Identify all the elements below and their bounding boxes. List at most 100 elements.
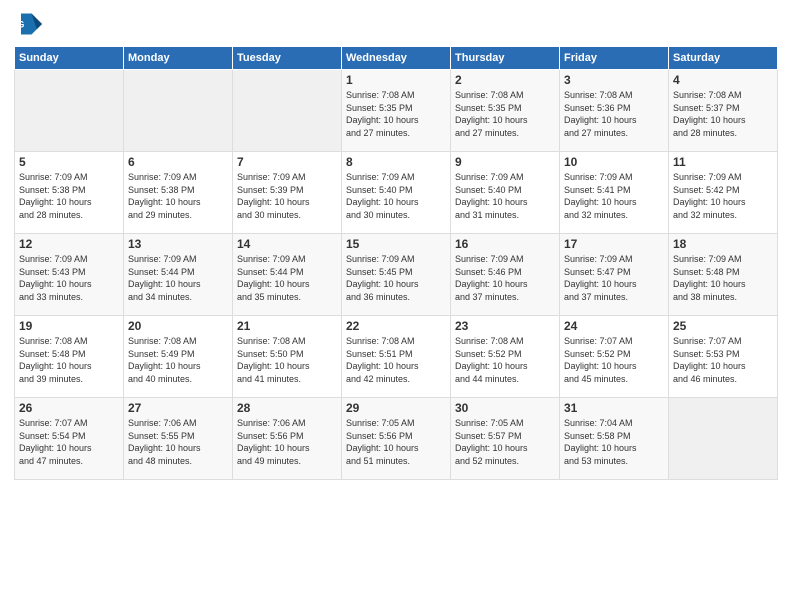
calendar-cell: 25 Sunrise: 7:07 AM Sunset: 5:53 PM Dayli… <box>669 316 778 398</box>
day-number: 26 <box>19 401 119 415</box>
day-info: Sunrise: 7:06 AM Sunset: 5:56 PM Dayligh… <box>237 417 337 467</box>
calendar-week-2: 5 Sunrise: 7:09 AM Sunset: 5:38 PM Daylig… <box>15 152 778 234</box>
calendar-cell: 6Sunrise: 7:09 AM Sunset: 5:38 PM Daylig… <box>124 152 233 234</box>
day-number: 15 <box>346 237 446 251</box>
calendar-cell <box>124 70 233 152</box>
weekday-header-saturday: Saturday <box>669 47 778 70</box>
day-info: Sunrise: 7:09 AM Sunset: 5:40 PM Dayligh… <box>455 171 555 221</box>
calendar-week-4: 19 Sunrise: 7:08 AM Sunset: 5:48 PM Dayli… <box>15 316 778 398</box>
day-number: 14 <box>237 237 337 251</box>
weekday-header-tuesday: Tuesday <box>233 47 342 70</box>
calendar-cell: 21 Sunrise: 7:08 AM Sunset: 5:50 PM Dayli… <box>233 316 342 398</box>
calendar-cell: 29 Sunrise: 7:05 AM Sunset: 5:56 PM Dayli… <box>342 398 451 480</box>
calendar-cell: 28 Sunrise: 7:06 AM Sunset: 5:56 PM Dayli… <box>233 398 342 480</box>
day-info: Sunrise: 7:09 AM Sunset: 5:39 PM Dayligh… <box>237 171 337 221</box>
calendar-cell: 5 Sunrise: 7:09 AM Sunset: 5:38 PM Daylig… <box>15 152 124 234</box>
calendar-cell <box>669 398 778 480</box>
calendar-cell: 1Sunrise: 7:08 AM Sunset: 5:35 PM Daylig… <box>342 70 451 152</box>
day-info: Sunrise: 7:08 AM Sunset: 5:49 PM Dayligh… <box>128 335 228 385</box>
calendar-cell: 17Sunrise: 7:09 AM Sunset: 5:47 PM Dayli… <box>560 234 669 316</box>
calendar-cell: 9 Sunrise: 7:09 AM Sunset: 5:40 PM Daylig… <box>451 152 560 234</box>
day-info: Sunrise: 7:09 AM Sunset: 5:42 PM Dayligh… <box>673 171 773 221</box>
day-info: Sunrise: 7:09 AM Sunset: 5:40 PM Dayligh… <box>346 171 446 221</box>
calendar-cell: 14 Sunrise: 7:09 AM Sunset: 5:44 PM Dayli… <box>233 234 342 316</box>
day-info: Sunrise: 7:09 AM Sunset: 5:43 PM Dayligh… <box>19 253 119 303</box>
logo-icon: G <box>14 10 42 38</box>
day-number: 1 <box>346 73 446 87</box>
weekday-header-monday: Monday <box>124 47 233 70</box>
calendar-week-1: 1 Sunrise: 7:08 AM Sunset: 5:35 PM Daylig… <box>15 70 778 152</box>
calendar-cell: 11 Sunrise: 7:09 AM Sunset: 5:42 PM Dayli… <box>669 152 778 234</box>
calendar-cell: 12 Sunrise: 7:09 AM Sunset: 5:43 PM Dayli… <box>15 234 124 316</box>
weekday-header-sunday: Sunday <box>15 47 124 70</box>
day-info: Sunrise: 7:07 AM Sunset: 5:52 PM Dayligh… <box>564 335 664 385</box>
calendar-cell: 26 Sunrise: 7:07 AM Sunset: 5:54 PM Dayli… <box>15 398 124 480</box>
calendar-cell: 19 Sunrise: 7:08 AM Sunset: 5:48 PM Dayli… <box>15 316 124 398</box>
day-number: 2 <box>455 73 555 87</box>
day-info: Sunrise: 7:07 AM Sunset: 5:54 PM Dayligh… <box>19 417 119 467</box>
day-number: 10 <box>564 155 664 169</box>
day-info: Sunrise: 7:09 AM Sunset: 5:38 PM Dayligh… <box>19 171 119 221</box>
calendar-cell: 3 Sunrise: 7:08 AM Sunset: 5:36 PM Daylig… <box>560 70 669 152</box>
day-number: 25 <box>673 319 773 333</box>
calendar-cell: 8 Sunrise: 7:09 AM Sunset: 5:40 PM Daylig… <box>342 152 451 234</box>
calendar-cell: 31Sunrise: 7:04 AM Sunset: 5:58 PM Dayli… <box>560 398 669 480</box>
header: G <box>14 10 778 38</box>
day-info: Sunrise: 7:08 AM Sunset: 5:37 PM Dayligh… <box>673 89 773 139</box>
calendar-cell: 16Sunrise: 7:09 AM Sunset: 5:46 PM Dayli… <box>451 234 560 316</box>
calendar-cell: 10 Sunrise: 7:09 AM Sunset: 5:41 PM Dayli… <box>560 152 669 234</box>
day-number: 23 <box>455 319 555 333</box>
day-number: 5 <box>19 155 119 169</box>
day-info: Sunrise: 7:07 AM Sunset: 5:53 PM Dayligh… <box>673 335 773 385</box>
calendar-week-3: 12 Sunrise: 7:09 AM Sunset: 5:43 PM Dayli… <box>15 234 778 316</box>
day-number: 7 <box>237 155 337 169</box>
calendar-cell: 20Sunrise: 7:08 AM Sunset: 5:49 PM Dayli… <box>124 316 233 398</box>
day-info: Sunrise: 7:09 AM Sunset: 5:45 PM Dayligh… <box>346 253 446 303</box>
day-info: Sunrise: 7:08 AM Sunset: 5:35 PM Dayligh… <box>455 89 555 139</box>
day-number: 30 <box>455 401 555 415</box>
calendar-week-5: 26 Sunrise: 7:07 AM Sunset: 5:54 PM Dayli… <box>15 398 778 480</box>
day-number: 8 <box>346 155 446 169</box>
day-info: Sunrise: 7:08 AM Sunset: 5:48 PM Dayligh… <box>19 335 119 385</box>
calendar-cell: 2 Sunrise: 7:08 AM Sunset: 5:35 PM Daylig… <box>451 70 560 152</box>
weekday-header-thursday: Thursday <box>451 47 560 70</box>
day-number: 19 <box>19 319 119 333</box>
svg-text:G: G <box>18 20 25 30</box>
day-info: Sunrise: 7:09 AM Sunset: 5:44 PM Dayligh… <box>128 253 228 303</box>
logo: G <box>14 10 46 38</box>
calendar-cell <box>15 70 124 152</box>
calendar-cell: 27Sunrise: 7:06 AM Sunset: 5:55 PM Dayli… <box>124 398 233 480</box>
day-number: 21 <box>237 319 337 333</box>
day-number: 22 <box>346 319 446 333</box>
day-number: 11 <box>673 155 773 169</box>
calendar-cell: 18 Sunrise: 7:09 AM Sunset: 5:48 PM Dayli… <box>669 234 778 316</box>
day-number: 9 <box>455 155 555 169</box>
calendar-cell: 24 Sunrise: 7:07 AM Sunset: 5:52 PM Dayli… <box>560 316 669 398</box>
day-info: Sunrise: 7:08 AM Sunset: 5:50 PM Dayligh… <box>237 335 337 385</box>
day-info: Sunrise: 7:09 AM Sunset: 5:41 PM Dayligh… <box>564 171 664 221</box>
day-info: Sunrise: 7:09 AM Sunset: 5:48 PM Dayligh… <box>673 253 773 303</box>
day-number: 28 <box>237 401 337 415</box>
calendar-cell: 15 Sunrise: 7:09 AM Sunset: 5:45 PM Dayli… <box>342 234 451 316</box>
weekday-header-row: SundayMondayTuesdayWednesdayThursdayFrid… <box>15 47 778 70</box>
day-number: 24 <box>564 319 664 333</box>
day-info: Sunrise: 7:08 AM Sunset: 5:36 PM Dayligh… <box>564 89 664 139</box>
calendar-cell: 22 Sunrise: 7:08 AM Sunset: 5:51 PM Dayli… <box>342 316 451 398</box>
day-number: 17 <box>564 237 664 251</box>
day-number: 29 <box>346 401 446 415</box>
calendar-cell: 23Sunrise: 7:08 AM Sunset: 5:52 PM Dayli… <box>451 316 560 398</box>
day-info: Sunrise: 7:09 AM Sunset: 5:44 PM Dayligh… <box>237 253 337 303</box>
day-info: Sunrise: 7:06 AM Sunset: 5:55 PM Dayligh… <box>128 417 228 467</box>
calendar-page: G SundayMondayTuesdayWednesdayThursdayFr… <box>0 0 792 612</box>
calendar-cell: 4Sunrise: 7:08 AM Sunset: 5:37 PM Daylig… <box>669 70 778 152</box>
day-info: Sunrise: 7:05 AM Sunset: 5:57 PM Dayligh… <box>455 417 555 467</box>
day-number: 3 <box>564 73 664 87</box>
day-number: 12 <box>19 237 119 251</box>
calendar-cell: 7 Sunrise: 7:09 AM Sunset: 5:39 PM Daylig… <box>233 152 342 234</box>
day-info: Sunrise: 7:09 AM Sunset: 5:46 PM Dayligh… <box>455 253 555 303</box>
day-info: Sunrise: 7:08 AM Sunset: 5:51 PM Dayligh… <box>346 335 446 385</box>
weekday-header-wednesday: Wednesday <box>342 47 451 70</box>
day-number: 6 <box>128 155 228 169</box>
day-number: 18 <box>673 237 773 251</box>
day-info: Sunrise: 7:05 AM Sunset: 5:56 PM Dayligh… <box>346 417 446 467</box>
